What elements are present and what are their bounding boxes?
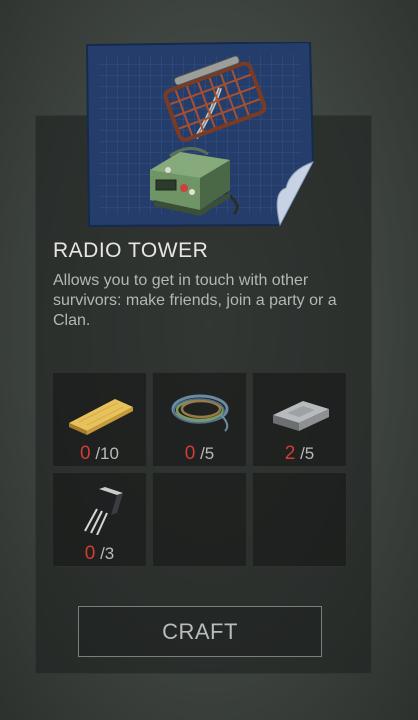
empty-slot <box>252 472 347 567</box>
wood-plank-icon <box>69 399 133 435</box>
requirement-slot-metal[interactable]: 2 /5 <box>252 372 347 467</box>
requirements-grid: 0 /10 0 /5 2 /5 0 /3 <box>52 372 348 568</box>
requirement-count: 0 /3 <box>53 543 146 565</box>
radio-tower-blueprint-image <box>84 42 314 228</box>
requirement-slot-wire[interactable]: 0 /5 <box>152 372 247 467</box>
requirement-count: 0 /5 <box>153 443 246 465</box>
requirement-slot-transistor[interactable]: 0 /3 <box>52 472 147 567</box>
need-count: /5 <box>200 444 215 463</box>
need-count: /10 <box>95 444 119 463</box>
requirement-count: 0 /10 <box>53 443 146 465</box>
craft-button[interactable]: CRAFT <box>78 606 322 657</box>
item-title: RADIO TOWER <box>53 239 209 262</box>
empty-slot <box>152 472 247 567</box>
metal-ingot-icon <box>273 401 329 431</box>
have-count: 0 <box>184 443 196 464</box>
transistor-icon <box>84 487 123 535</box>
requirement-count: 2 /5 <box>253 443 346 465</box>
have-count: 2 <box>284 443 296 464</box>
requirement-slot-wood[interactable]: 0 /10 <box>52 372 147 467</box>
have-count: 0 <box>84 543 96 564</box>
need-count: /3 <box>100 544 115 563</box>
have-count: 0 <box>80 443 91 464</box>
need-count: /5 <box>300 444 315 463</box>
item-description: Allows you to get in touch with other su… <box>53 272 337 329</box>
wire-coil-icon <box>171 394 229 432</box>
